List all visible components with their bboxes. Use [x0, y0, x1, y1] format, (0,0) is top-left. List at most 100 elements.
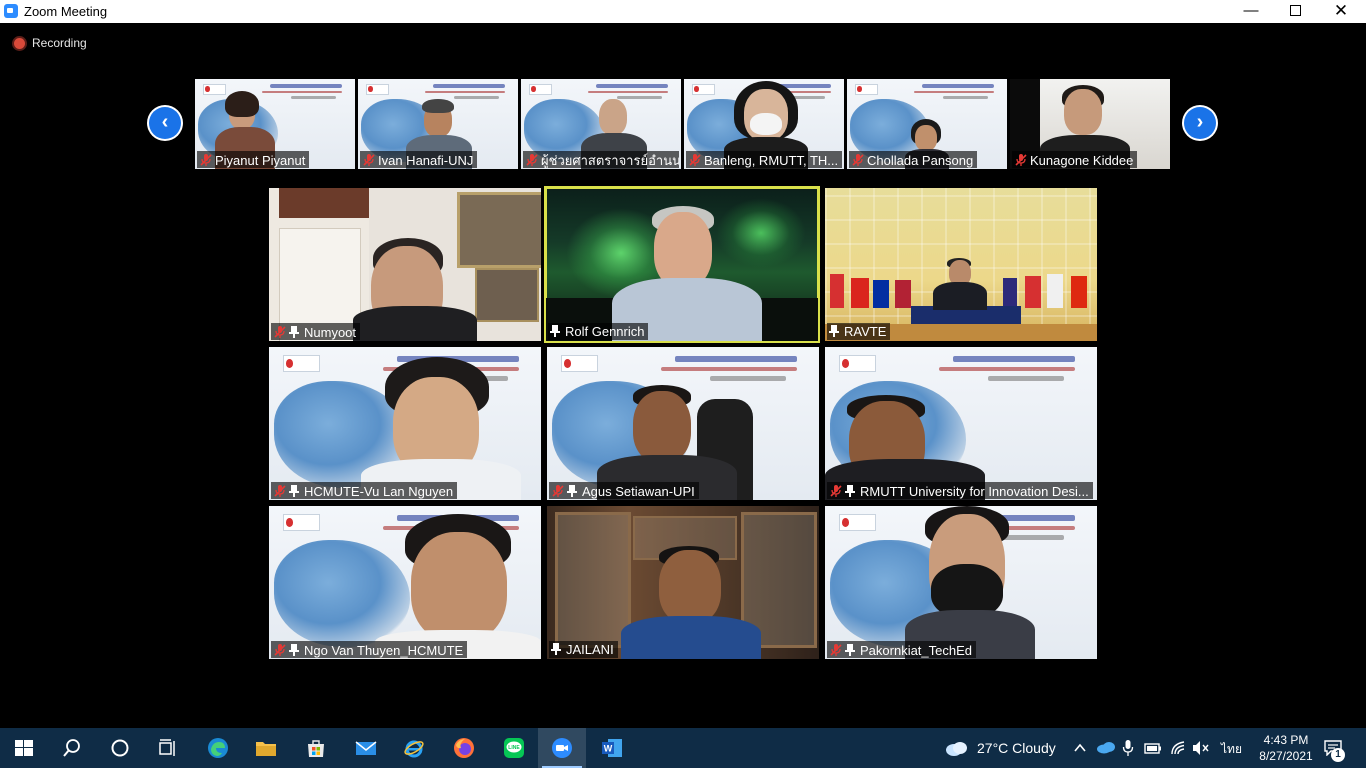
participant-name: Ngo Van Thuyen_HCMUTE: [304, 643, 464, 658]
pin-icon: [551, 642, 561, 655]
participant-name-tag: RAVTE: [827, 323, 891, 340]
participant-name-tag: JAILANI: [549, 641, 618, 658]
svg-text:LINE: LINE: [508, 745, 520, 751]
recording-dot-icon: [14, 38, 25, 49]
input-language-indicator[interactable]: ไทย: [1221, 740, 1242, 759]
participant-name-tag: Ngo Van Thuyen_HCMUTE: [271, 641, 468, 658]
windows-start-button[interactable]: [0, 728, 48, 768]
action-center-button[interactable]: 1: [1320, 736, 1350, 762]
muted-microphone-icon: [362, 153, 376, 167]
muted-microphone-icon: [829, 484, 843, 498]
muted-microphone-icon: [1014, 153, 1028, 167]
window-title: Zoom Meeting: [24, 4, 108, 19]
participant-name: Ivan Hanafi-UNJ: [378, 153, 474, 168]
zoom-app-icon: [4, 4, 18, 18]
muted-microphone-icon: [829, 643, 843, 657]
firefox-button[interactable]: [440, 728, 488, 768]
participant-video-tile[interactable]: HCMUTE-Vu Lan Nguyen: [269, 347, 541, 500]
participant-video-tile[interactable]: Ngo Van Thuyen_HCMUTE: [269, 506, 541, 659]
system-clock[interactable]: 4:43 PM 8/27/2021: [1255, 732, 1317, 764]
cortana-icon: [111, 739, 129, 757]
mail-icon: [355, 741, 377, 755]
minimize-button[interactable]: —: [1228, 0, 1274, 23]
windows-start-icon: [15, 740, 33, 756]
participant-thumbnail[interactable]: ผู้ช่วยศาสตราจารย์อำนน...: [521, 79, 681, 169]
participant-thumbnail[interactable]: Chollada Pansong: [847, 79, 1007, 169]
participant-name-tag: Piyanut Piyanut: [197, 151, 310, 168]
clock-date: 8/27/2021: [1259, 749, 1313, 763]
line-icon: LINE: [504, 738, 524, 758]
participant-name-tag: Chollada Pansong: [849, 151, 978, 168]
svg-text:W: W: [604, 744, 613, 754]
pin-icon: [567, 484, 577, 497]
title-bar: Zoom Meeting — ✕: [0, 0, 1366, 23]
participant-name: Agus Setiawan-UPI: [582, 484, 695, 499]
zoom-taskbar-button[interactable]: [538, 728, 586, 768]
muted-microphone-icon: [273, 643, 287, 657]
edge-button[interactable]: [194, 728, 242, 768]
internet-explorer-button[interactable]: [390, 728, 438, 768]
task-view-button[interactable]: [144, 728, 192, 768]
maximize-button[interactable]: [1272, 0, 1318, 23]
pin-icon: [289, 643, 299, 656]
microsoft-store-button[interactable]: [292, 728, 340, 768]
participant-thumbnail[interactable]: Ivan Hanafi-UNJ: [358, 79, 518, 169]
participant-video-tile[interactable]: RMUTT University for Innovation Desi...: [825, 347, 1097, 500]
participant-video-tile[interactable]: RAVTE: [825, 188, 1097, 341]
muted-microphone-icon: [199, 153, 213, 167]
restore-icon: [1289, 5, 1301, 16]
participant-video-tile[interactable]: Pakornkiat_TechEd: [825, 506, 1097, 659]
microsoft-store-icon: [308, 740, 324, 757]
participant-name: RMUTT University for Innovation Desi...: [860, 484, 1089, 499]
mail-button[interactable]: [342, 728, 390, 768]
search-button[interactable]: [48, 728, 96, 768]
participant-video-tile[interactable]: Numyoot: [269, 188, 541, 341]
muted-microphone-icon: [525, 153, 539, 167]
participant-name-tag: HCMUTE-Vu Lan Nguyen: [271, 482, 458, 499]
microphone-icon[interactable]: [1122, 739, 1134, 757]
notification-count-badge: 1: [1331, 748, 1345, 762]
pin-icon: [289, 484, 299, 497]
file-explorer-button[interactable]: [242, 728, 290, 768]
participant-video-tile[interactable]: JAILANI: [547, 506, 819, 659]
participant-name: RAVTE: [844, 324, 887, 339]
previous-page-button[interactable]: ‹: [149, 107, 181, 139]
muted-microphone-icon: [273, 325, 287, 339]
onedrive-icon[interactable]: [1096, 740, 1116, 754]
internet-explorer-icon: [404, 740, 424, 758]
participant-name: Pakornkiat_TechEd: [860, 643, 973, 658]
participant-name-tag: Numyoot: [271, 323, 361, 340]
participant-name-tag: Rolf Gennrich: [548, 323, 649, 340]
battery-icon[interactable]: [1144, 740, 1162, 756]
weather-widget[interactable]: 27°C Cloudy: [977, 740, 1056, 756]
muted-microphone-icon: [851, 153, 865, 167]
word-icon: W: [602, 739, 622, 757]
pin-icon: [550, 324, 560, 337]
participant-name-tag: Agus Setiawan-UPI: [549, 482, 699, 499]
clock-time: 4:43 PM: [1263, 733, 1309, 747]
wifi-icon[interactable]: [1170, 740, 1186, 756]
close-button[interactable]: ✕: [1318, 0, 1364, 23]
edge-icon: [208, 738, 228, 758]
cortana-button[interactable]: [96, 728, 144, 768]
muted-microphone-icon: [551, 484, 565, 498]
participant-name-tag: Kunagone Kiddee: [1012, 151, 1138, 168]
participant-thumbnail[interactable]: Piyanut Piyanut: [195, 79, 355, 169]
participant-name-tag: Ivan Hanafi-UNJ: [360, 151, 478, 168]
participant-thumbnail[interactable]: Banleng, RMUTT, TH...: [684, 79, 844, 169]
recording-label: Recording: [32, 36, 87, 50]
weather-cloud-icon: [946, 742, 967, 756]
zoom-icon: [552, 738, 572, 758]
volume-muted-icon[interactable]: [1192, 740, 1210, 756]
participant-video-tile[interactable]: Rolf Gennrich: [544, 186, 820, 343]
line-button[interactable]: LINE: [490, 728, 538, 768]
pin-icon: [845, 643, 855, 656]
next-page-button[interactable]: ›: [1184, 107, 1216, 139]
participant-thumbnail[interactable]: Kunagone Kiddee: [1010, 79, 1170, 169]
chevron-up-icon[interactable]: [1073, 741, 1087, 755]
participant-video-tile[interactable]: Agus Setiawan-UPI: [547, 347, 819, 500]
participant-name-tag: Pakornkiat_TechEd: [827, 641, 977, 658]
word-button[interactable]: W: [588, 728, 636, 768]
participant-name: Chollada Pansong: [867, 153, 974, 168]
participant-name: JAILANI: [566, 642, 614, 657]
